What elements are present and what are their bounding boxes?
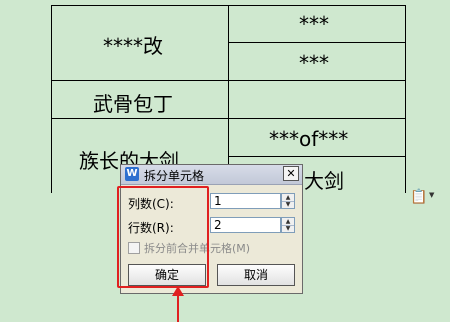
close-button[interactable]: ✕ [283, 166, 299, 181]
table-cell-r3-right-top[interactable]: ***of*** [269, 127, 348, 151]
table-row-divider-1 [51, 80, 406, 81]
rows-spinner[interactable]: ▲ ▼ [281, 217, 295, 233]
clipboard-icon[interactable]: 📋 [410, 188, 427, 206]
table-subrow-divider-2 [228, 156, 406, 157]
table-subrow-divider-1 [228, 42, 406, 43]
columns-decrement-icon[interactable]: ▼ [282, 201, 294, 208]
table-cell-r1-left[interactable]: ****改 [103, 30, 163, 59]
wps-app-icon: W [125, 167, 139, 181]
cancel-button[interactable]: 取消 [217, 264, 295, 286]
dialog-title: 拆分单元格 [144, 169, 205, 183]
columns-input[interactable]: 1 [210, 193, 281, 209]
table-cell-r1-right-top[interactable]: *** [299, 12, 329, 36]
annotation-arrow-icon [172, 286, 184, 322]
chevron-down-icon[interactable]: ▼ [429, 191, 434, 199]
table-row-divider-2 [51, 118, 406, 119]
table-cell-r1-right-bottom[interactable]: *** [299, 51, 329, 75]
table-border-right [405, 5, 406, 193]
columns-spinner[interactable]: ▲ ▼ [281, 193, 295, 209]
rows-decrement-icon[interactable]: ▼ [282, 225, 294, 232]
annotation-highlight-box [117, 186, 209, 288]
rows-input[interactable]: 2 [210, 217, 281, 233]
table-border-left [51, 5, 52, 193]
table-cell-r2-left[interactable]: 武骨包丁 [93, 88, 173, 117]
table-cell-r3-right-bottom[interactable]: 大剑 [304, 165, 344, 194]
dialog-titlebar[interactable]: W 拆分单元格 ✕ [121, 165, 302, 185]
